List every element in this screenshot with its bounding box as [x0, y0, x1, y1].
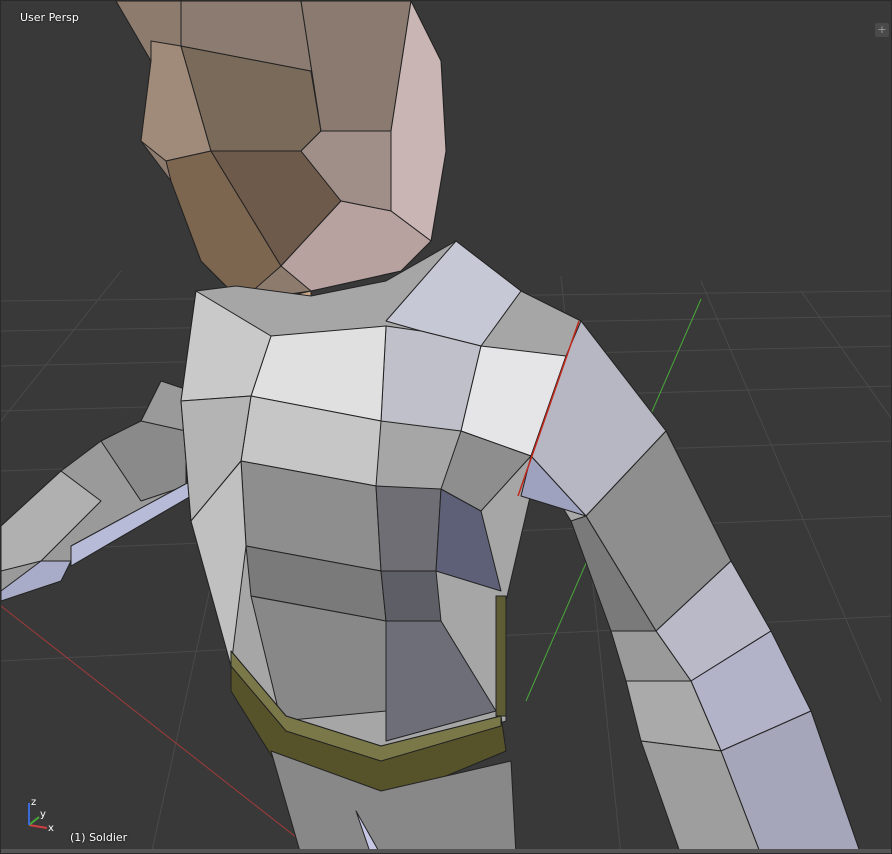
gizmo-x-label: x	[48, 823, 54, 833]
gizmo-y-axis	[28, 816, 40, 826]
right-arm-mesh	[520, 320, 861, 853]
3d-viewport[interactable]: User Persp + z y x (1) Soldier	[0, 0, 892, 854]
left-arm-mesh	[1, 380, 192, 602]
viewport-bottom-edge	[1, 849, 891, 853]
scene-render[interactable]	[1, 1, 892, 854]
gizmo-y-label: y	[40, 809, 46, 820]
active-object-label: (1) Soldier	[70, 831, 128, 844]
gizmo-x-axis	[28, 824, 48, 829]
axis-gizmo: z y x	[28, 797, 54, 833]
view-name-label: User Persp	[20, 11, 79, 24]
gizmo-z-label: z	[31, 797, 36, 808]
viewport-split-widget[interactable]: +	[875, 23, 889, 37]
